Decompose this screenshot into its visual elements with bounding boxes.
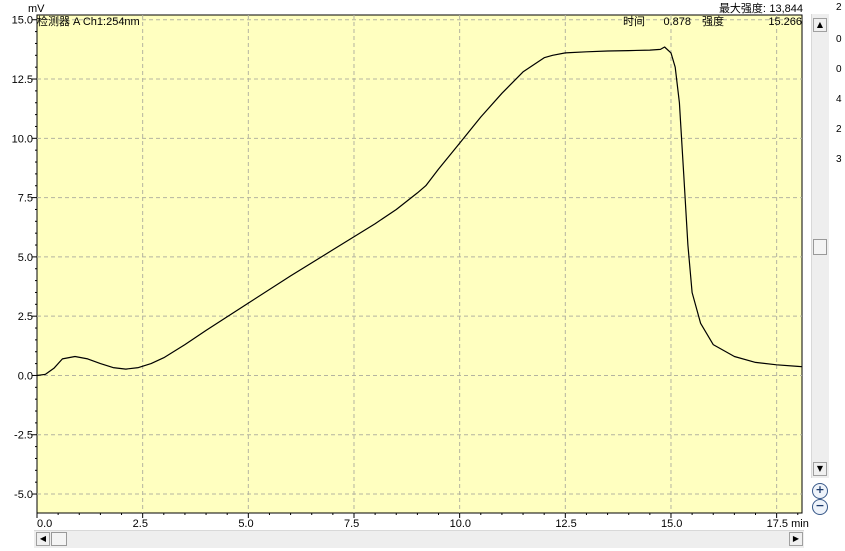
intensity-label: 强度 <box>702 14 724 28</box>
y-unit-label: mV <box>28 3 45 15</box>
scroll-right-button[interactable]: ▶ <box>789 532 803 546</box>
x-tick-label: 2.5 <box>133 518 148 530</box>
x-tick-label: 0.0 <box>37 518 52 530</box>
scroll-left-button[interactable]: ◀ <box>36 532 50 546</box>
y-tick-label: -5.0 <box>14 489 33 501</box>
scroll-up-button[interactable]: ▲ <box>813 18 827 32</box>
chromatogram-chart: -5.0 -2.5 0.0 2.5 5.0 7.5 10.0 12.5 15.0 0.0 2.5 5.… <box>12 1 809 530</box>
y-tick-label: 7.5 <box>18 193 33 205</box>
detector-label: 检测器 A Ch1:254nm <box>37 14 140 28</box>
zoom-out-icon[interactable]: − <box>812 499 828 515</box>
x-tick-label: 5.0 <box>238 518 253 530</box>
max-intensity-value: 13,844 <box>769 3 803 15</box>
x-tick-label: 17.5 min <box>767 518 809 530</box>
clipped-char: 2 <box>836 124 842 135</box>
clipped-char: 4 <box>836 94 842 105</box>
horizontal-scroll-thumb[interactable] <box>51 532 67 546</box>
x-tick-label: 12.5 <box>555 518 576 530</box>
intensity-value: 15.266 <box>768 16 802 28</box>
x-tick-label: 7.5 <box>344 518 359 530</box>
y-tick-label: 2.5 <box>18 311 33 323</box>
max-intensity-label: 最大强度: <box>719 1 766 15</box>
y-tick-label: 12.5 <box>12 74 33 86</box>
y-tick-label: -2.5 <box>14 430 33 442</box>
horizontal-scrollbar[interactable] <box>34 530 804 548</box>
clipped-char: 3 <box>836 154 842 165</box>
zoom-in-icon[interactable]: + <box>812 483 828 499</box>
clipped-char: 0 <box>836 64 842 75</box>
y-tick-label: 5.0 <box>18 252 33 264</box>
time-value: 0.878 <box>663 16 691 28</box>
clipped-char: 2 <box>836 2 842 13</box>
scroll-down-button[interactable]: ▼ <box>813 462 827 476</box>
y-tick-label: 15.0 <box>12 15 33 27</box>
time-label: 时间 <box>623 15 645 28</box>
x-tick-label: 15.0 <box>661 518 682 530</box>
y-tick-label: 10.0 <box>12 133 33 145</box>
y-tick-label: 0.0 <box>18 370 33 382</box>
clipped-char: 0 <box>836 34 842 45</box>
plot-area[interactable] <box>36 14 803 514</box>
vertical-scroll-thumb[interactable] <box>813 239 827 255</box>
x-tick-label: 10.0 <box>450 518 471 530</box>
